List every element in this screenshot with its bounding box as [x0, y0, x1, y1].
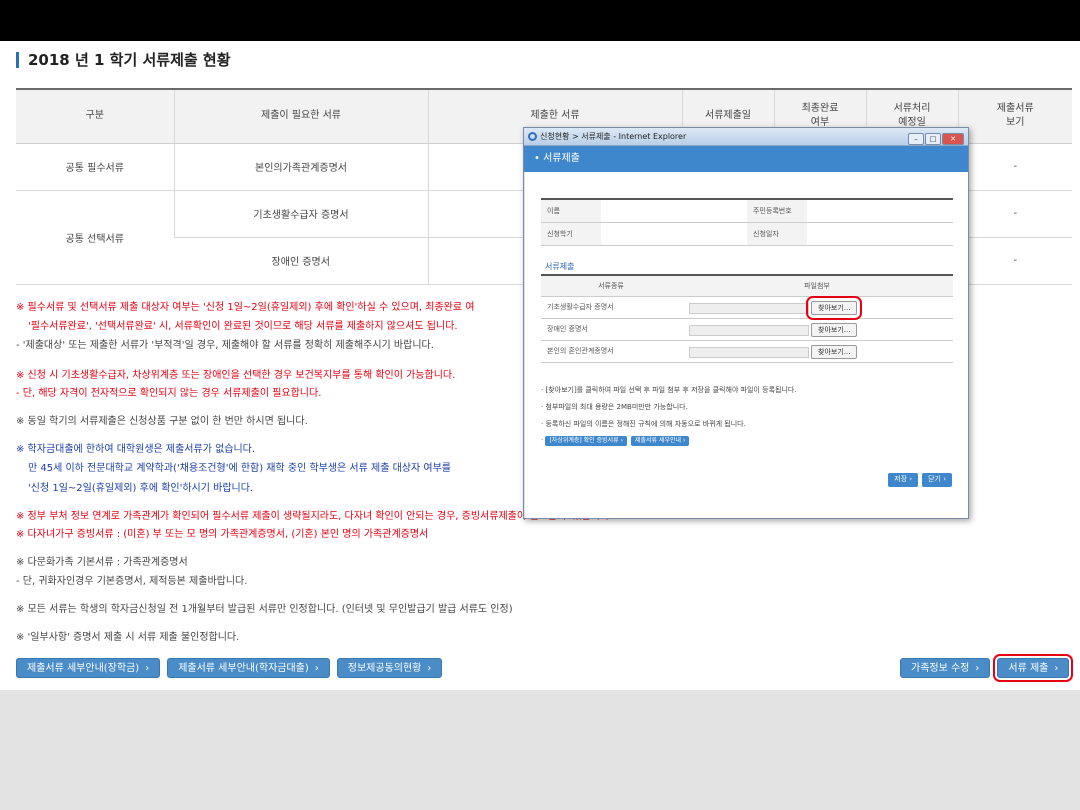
- row-view: -: [957, 190, 1072, 238]
- section-title: 서류제출: [545, 262, 575, 271]
- maximize-icon[interactable]: □: [925, 133, 941, 145]
- save-button[interactable]: 저장 ›: [888, 473, 919, 487]
- file-path-input[interactable]: [689, 346, 809, 358]
- col-header: 제출이 필요한 서류: [173, 88, 428, 144]
- bottom-right-buttons: 가족정보 수정 › 서류 제출 ›: [900, 654, 1074, 682]
- ie-icon: [528, 132, 537, 141]
- chevron-right-icon: ›: [145, 663, 150, 674]
- row-group: 공통 선택서류: [16, 190, 174, 285]
- note-line: - 단, 귀화자인경우 기본증명서, 제적등본 제출바랍니다.: [16, 576, 248, 587]
- note-line: - '제출대상' 또는 제출한 서류가 '부적격'일 경우, 제출해야 할 서류…: [16, 340, 434, 351]
- file-doc-name: 본인의 혼인관계증명서: [541, 340, 681, 363]
- term-value: [601, 221, 747, 246]
- name-label: 이름: [541, 198, 601, 223]
- date-value: [807, 221, 953, 246]
- row-view: -: [957, 143, 1072, 191]
- table-row: 장애인 증명서 찾아보기...: [541, 318, 953, 341]
- note-line: ※ 동일 학기의 서류제출은 신청상품 구분 없이 한 번만 하시면 됩니다.: [16, 416, 308, 427]
- row-doc: 본인의가족관계증명서: [173, 143, 428, 191]
- file-path-input[interactable]: [689, 302, 809, 314]
- applicant-info-table: 이름 주민등록번호 신청학기 신청일자: [541, 198, 953, 246]
- low-income-proof-link[interactable]: [차상위계층] 확인 증빙서류 ›: [545, 436, 627, 446]
- page-title: 2018 년 1 학기 서류제출 현황: [16, 51, 231, 69]
- chevron-right-icon: ›: [314, 663, 319, 674]
- popup-body: 이름 주민등록번호 신청학기 신청일자 서류제출 서류종류 파일첨부 기초생활수…: [524, 172, 968, 518]
- guide-line: [찾아보기]를 클릭하여 파일 선택 후 파일 첨부 후 저장을 클릭해야 파일…: [545, 386, 797, 394]
- row-group: 공통 필수서류: [16, 143, 174, 191]
- popup-buttons: 저장 › 닫기 ›: [884, 466, 952, 487]
- file-path-input[interactable]: [689, 324, 809, 336]
- note-line: - 단, 해당 자격이 전자적으로 확인되지 않는 경우 서류제출이 필요합니다…: [16, 388, 322, 399]
- note-line: ※ 신청 시 기초생활수급자, 차상위계층 또는 장애인을 선택한 경우 보건복…: [16, 370, 456, 381]
- file-upload-table: 서류종류 파일첨부 기초생활수급자 증명서 찾아보기... 장애인 증명서 찾아…: [541, 274, 953, 363]
- note-line: ※ 모든 서류는 학생의 학자금신청일 전 1개월부터 발급된 서류만 인정합니…: [16, 604, 513, 615]
- doc-guide-link[interactable]: 제출서류 세부안내 ›: [630, 436, 690, 446]
- chevron-right-icon: ›: [427, 663, 432, 674]
- table-row: 본인의 혼인관계증명서 찾아보기...: [541, 340, 953, 363]
- window-controls: – □ ✕: [907, 130, 964, 147]
- guide-scholarship-button[interactable]: 제출서류 세부안내(장학금) ›: [16, 658, 161, 678]
- submit-documents-button[interactable]: 서류 제출 ›: [993, 654, 1074, 682]
- guide-line: 등록하신 파일의 이름은 정해진 규칙에 의해 자동으로 바뀌게 됩니다.: [545, 420, 746, 428]
- rrn-value: [807, 198, 953, 223]
- col-header: 제출서류 보기: [957, 88, 1072, 144]
- note-line: '신청 1일~2일(휴일제외) 후에 확인'하시기 바랍니다.: [28, 483, 254, 494]
- edit-family-info-button[interactable]: 가족정보 수정 ›: [900, 658, 991, 678]
- guide-loan-button[interactable]: 제출서류 세부안내(학자금대출) ›: [167, 658, 330, 678]
- popup-window-title: 신청현황 > 서류제출 - Internet Explorer: [540, 132, 687, 141]
- browse-button[interactable]: 찾아보기...: [805, 295, 863, 320]
- close-button[interactable]: 닫기 ›: [922, 473, 952, 487]
- note-line: 만 45세 이하 전문대학교 계약학과('채용조건형'에 한함) 재학 중인 학…: [28, 463, 451, 474]
- file-doc-name: 장애인 증명서: [541, 318, 681, 341]
- row-doc: 기초생활수급자 증명서: [173, 190, 428, 238]
- browse-button[interactable]: 찾아보기...: [811, 322, 858, 337]
- empty-background: [0, 690, 1080, 810]
- consent-status-button[interactable]: 정보제공동의현황 ›: [336, 658, 443, 678]
- bottom-left-buttons: 제출서류 세부안내(장학금) › 제출서류 세부안내(학자금대출) › 정보제공동의현황…: [16, 656, 449, 678]
- chevron-right-icon: ›: [975, 663, 980, 674]
- browse-button[interactable]: 찾아보기...: [811, 344, 858, 359]
- popup-header: • 서류제출: [524, 146, 968, 172]
- date-label: 신청일자: [747, 221, 807, 246]
- col-header: 구분: [16, 88, 174, 144]
- rrn-label: 주민등록번호: [747, 198, 807, 223]
- term-label: 신청학기: [541, 221, 601, 246]
- note-line: ※ 필수서류 및 선택서류 제출 대상자 여부는 '신청 1일~2일(휴일제외)…: [16, 302, 475, 313]
- note-line: ※ '일부사항' 증명서 제출 시 서류 제출 불인정합니다.: [16, 632, 240, 643]
- row-view: -: [957, 237, 1072, 285]
- note-line: '필수서류완료', '선택서류완료' 시, 서류확인이 완료된 것이므로 해당 …: [28, 321, 458, 332]
- col-header: 서류종류: [541, 274, 681, 297]
- guide-line: 첨부파일의 최대 용량은 2MB미만만 가능합니다.: [545, 403, 688, 411]
- note-line: ※ 다자녀가구 증빙서류 : (미혼) 부 또는 모 명의 가족관계증명서, (…: [16, 529, 429, 540]
- minimize-icon[interactable]: –: [908, 133, 924, 145]
- top-bar: [0, 0, 1080, 41]
- popup-titlebar: 신청현황 > 서류제출 - Internet Explorer – □ ✕: [524, 128, 968, 146]
- note-line: ※ 다문화가족 기본서류 : 가족관계증명서: [16, 557, 188, 568]
- close-icon[interactable]: ✕: [942, 133, 964, 145]
- note-line: ※ 정부 부처 정보 연계로 가족관계가 확인되어 필수서류 제출이 생략될지라…: [16, 511, 610, 522]
- name-value: [601, 198, 747, 223]
- row-doc: 장애인 증명서: [174, 237, 428, 285]
- file-doc-name: 기초생활수급자 증명서: [541, 296, 681, 319]
- col-header: 파일첨부: [681, 274, 953, 297]
- note-line: ※ 학자금대출에 한하여 대학원생은 제출서류가 없습니다.: [16, 444, 256, 455]
- table-row: 기초생활수급자 증명서 찾아보기...: [541, 295, 953, 320]
- submit-popup-window: 신청현황 > 서류제출 - Internet Explorer – □ ✕ • 서류…: [523, 127, 969, 519]
- chevron-right-icon: ›: [1054, 663, 1059, 674]
